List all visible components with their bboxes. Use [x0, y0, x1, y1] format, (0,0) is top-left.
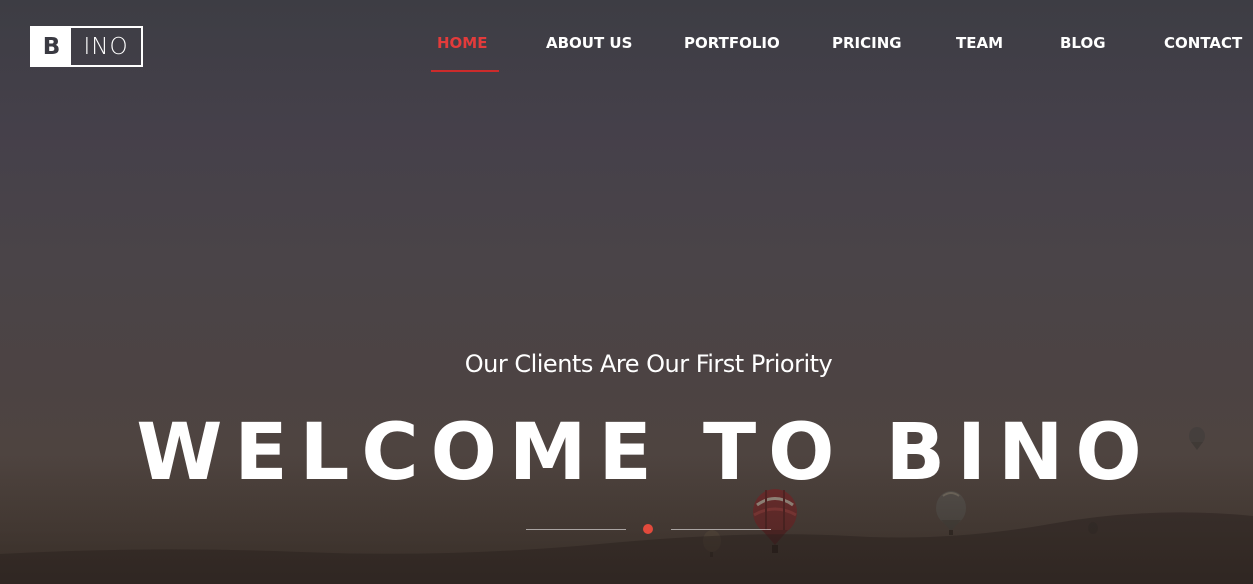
nav-item-blog[interactable]: BLOG	[1060, 33, 1106, 53]
nav-item-pricing[interactable]: PRICING	[832, 33, 902, 53]
nav-item-team[interactable]: TEAM	[956, 33, 1003, 53]
hills-silhouette	[0, 512, 1253, 584]
nav-item-portfolio[interactable]: PORTFOLIO	[684, 33, 780, 53]
nav-item-about-us[interactable]: ABOUT US	[546, 33, 632, 53]
main-nav: HOME ABOUT US PORTFOLIO PRICING TEAM BLO…	[0, 0, 1253, 80]
nav-item-contact[interactable]: CONTACT	[1164, 33, 1242, 53]
hero-section: B INO HOME ABOUT US PORTFOLIO PRICING TE…	[0, 0, 1253, 584]
divider-dot	[643, 524, 653, 534]
hero-subtitle: Our Clients Are Our First Priority	[464, 350, 833, 378]
divider-line-right	[671, 529, 771, 530]
divider-line-left	[526, 529, 626, 530]
hero-title: WELCOME TO BINO	[136, 408, 1154, 498]
nav-item-home[interactable]: HOME	[437, 33, 487, 53]
active-nav-underline	[431, 70, 499, 72]
